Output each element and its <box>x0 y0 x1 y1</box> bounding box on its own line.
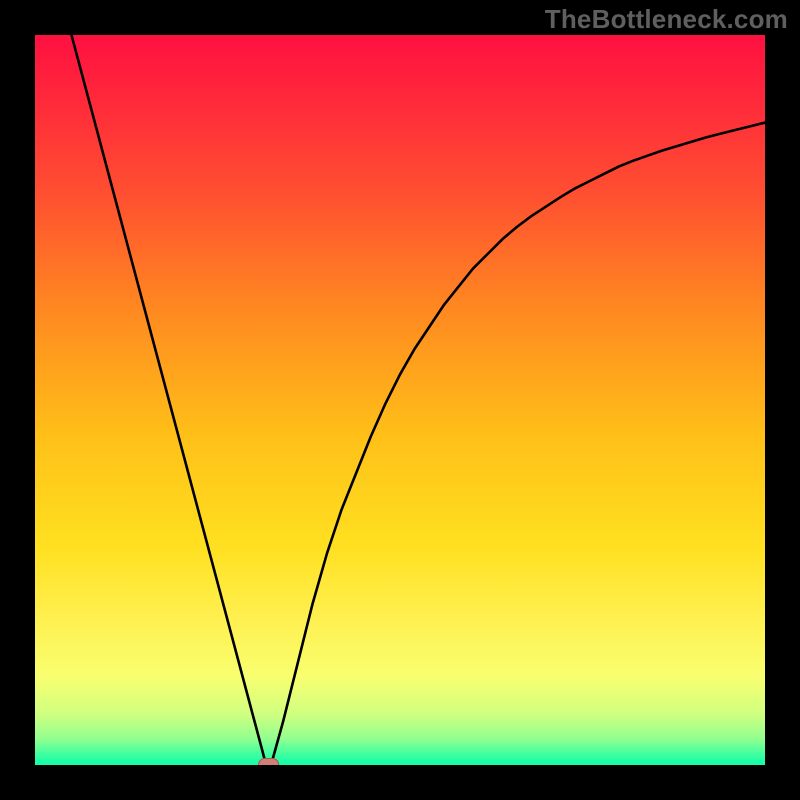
chart-frame: TheBottleneck.com <box>0 0 800 800</box>
watermark-text: TheBottleneck.com <box>545 4 788 35</box>
plot-svg <box>35 35 765 765</box>
plot-area <box>35 35 765 765</box>
min-marker <box>259 759 279 766</box>
gradient-background <box>35 35 765 765</box>
